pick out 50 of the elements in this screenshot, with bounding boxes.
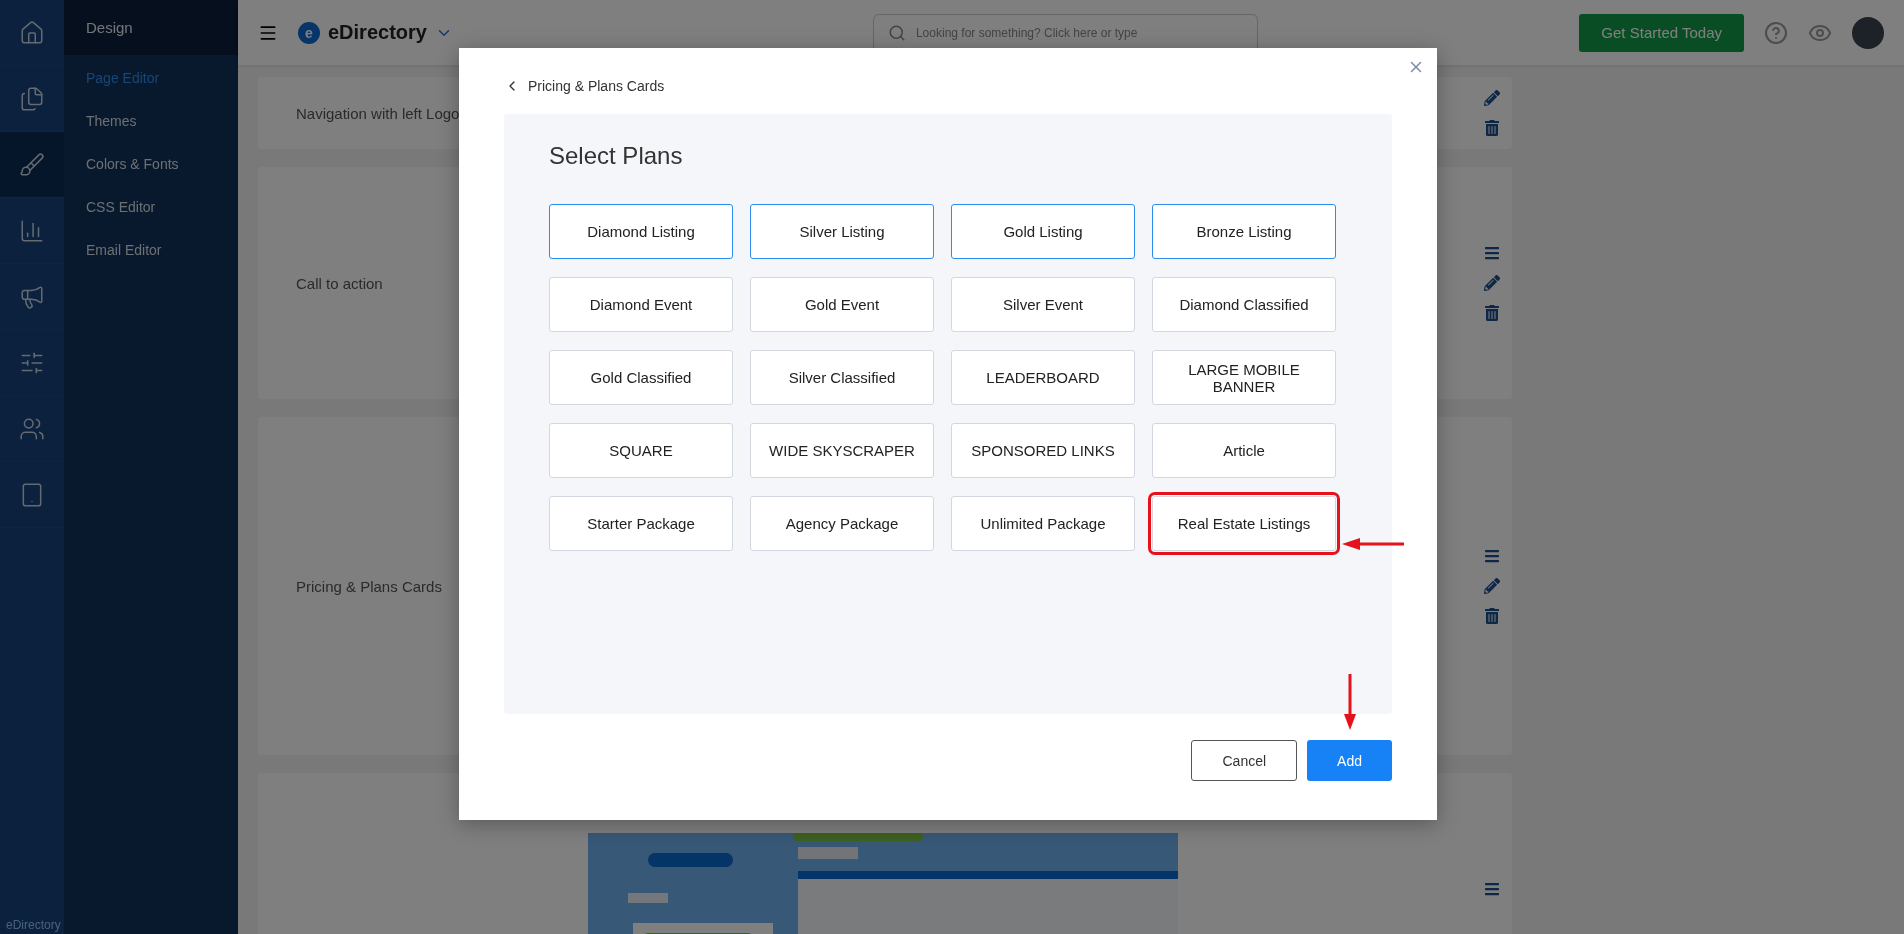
brand-label: eDirectory [6,918,61,932]
back-link[interactable]: Pricing & Plans Cards [504,78,665,94]
home-icon [19,19,45,46]
avatar[interactable] [1852,16,1884,49]
plan-option[interactable]: Agency Package [750,496,934,551]
plan-option[interactable]: LEADERBOARD [951,350,1135,405]
plan-option[interactable]: SQUARE [549,423,733,478]
menu-item[interactable]: Colors & Fonts [64,144,238,184]
brush-icon [19,151,45,178]
pencil-icon[interactable] [1484,90,1500,106]
plan-option[interactable]: LARGE MOBILE BANNER [1152,350,1336,405]
arrow-icon [1342,537,1404,551]
plan-option[interactable]: Bronze Listing [1152,204,1336,259]
plan-option[interactable]: Unlimited Package [951,496,1135,551]
plan-option[interactable]: Silver Event [951,277,1135,332]
menu-item[interactable]: CSS Editor [64,187,238,227]
plan-option[interactable]: Gold Classified [549,350,733,405]
logo-mark: e [298,21,320,44]
pencil-icon[interactable] [1484,578,1500,594]
section-title: Navigation with left Logo [296,104,460,122]
plan-option[interactable]: Gold Listing [951,204,1135,259]
menu-icon[interactable] [1484,245,1500,261]
section-title: Call to action [296,274,383,292]
plan-option[interactable]: Gold Event [750,277,934,332]
plan-option[interactable]: Article [1152,423,1336,478]
plan-option[interactable]: Diamond Listing [549,204,733,259]
plan-option[interactable]: Silver Listing [750,204,934,259]
help-icon[interactable] [1764,20,1788,45]
search-icon [887,23,906,42]
megaphone-icon [19,283,45,310]
plan-option[interactable]: WIDE SKYSCRAPER [750,423,934,478]
menu-icon[interactable] [1484,548,1500,564]
dialog-title: Select Plans [549,142,684,170]
menu-icon[interactable] [1484,881,1500,897]
plan-option[interactable]: Diamond Classified [1152,277,1336,332]
pencil-icon[interactable] [1484,275,1500,291]
plan-option[interactable]: SPONSORED LINKS [951,423,1135,478]
cancel-button[interactable]: Cancel [1191,740,1298,781]
plan-option[interactable]: Diamond Event [549,277,733,332]
documents-icon [19,85,45,112]
plan-option[interactable]: Silver Classified [750,350,934,405]
trash-icon[interactable] [1484,608,1500,624]
logo-text: eDirectory [328,21,427,44]
section-title: Pricing & Plans Cards [296,577,442,595]
plan-option[interactable]: Starter Package [549,496,733,551]
menu-item[interactable]: Themes [64,101,238,141]
trash-icon[interactable] [1484,305,1500,321]
menu-heading: Design [64,0,238,55]
menu-item[interactable]: Email Editor [64,230,238,270]
trash-icon[interactable] [1484,120,1500,136]
